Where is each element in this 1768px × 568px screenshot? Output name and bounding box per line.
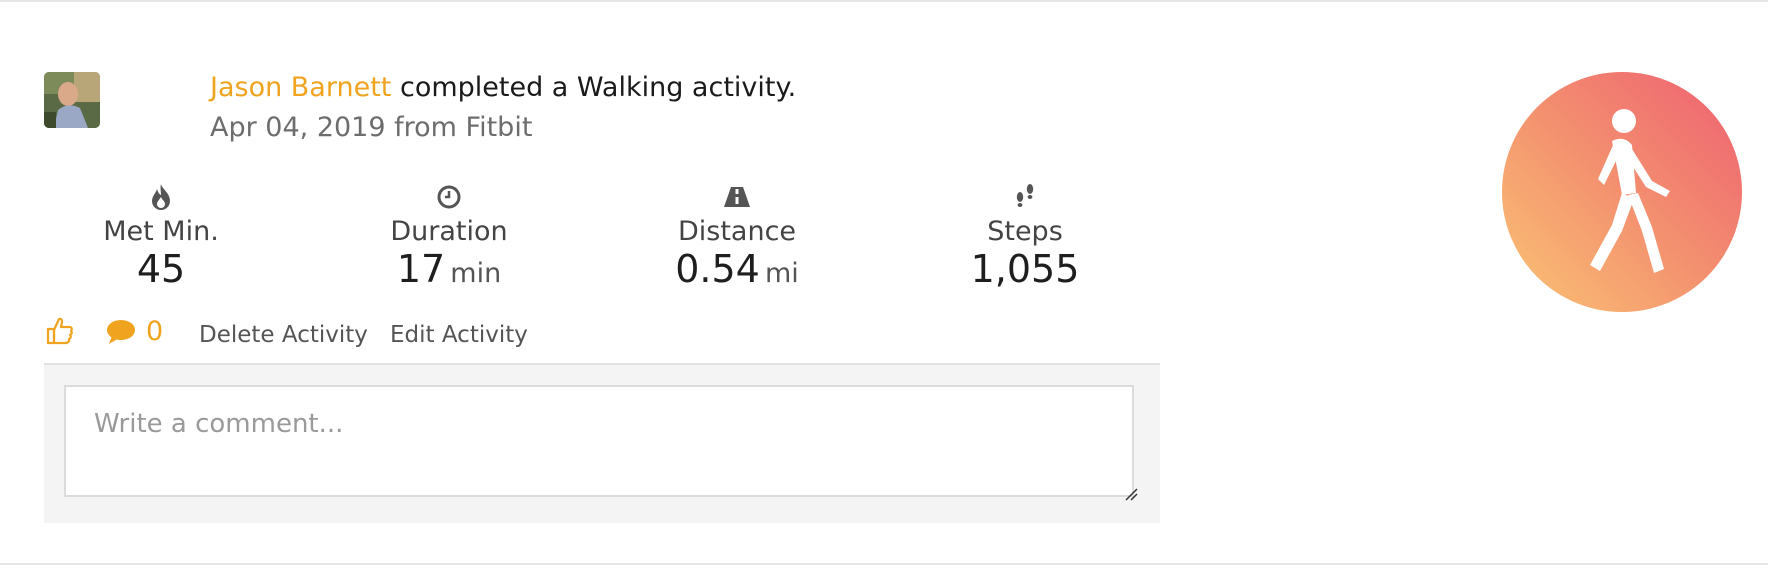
- stat-label: Steps: [987, 216, 1063, 247]
- comment-count-button[interactable]: 0: [106, 316, 163, 347]
- stat-steps: Steps 1,055: [915, 182, 1135, 291]
- stat-distance: Distance 0.54 mi: [627, 182, 847, 291]
- speech-bubble-icon: [107, 319, 135, 344]
- avatar-photo: [44, 72, 100, 128]
- stat-duration: Duration 17 min: [339, 182, 559, 291]
- thumbs-up-icon: [46, 317, 73, 345]
- stat-label: Met Min.: [103, 216, 219, 247]
- activity-headline: Jason Barnett completed a Walking activi…: [210, 72, 796, 103]
- activity-date: Apr 04, 2019: [210, 112, 386, 143]
- activity-action-text: completed a Walking activity.: [391, 72, 797, 103]
- edit-activity-link[interactable]: Edit Activity: [390, 322, 528, 348]
- walking-person-icon: [1590, 109, 1670, 273]
- footprints-icon: [915, 182, 1135, 212]
- stat-label: Duration: [390, 216, 508, 247]
- stat-value: 17: [396, 247, 446, 291]
- flame-icon: [51, 182, 271, 212]
- stat-value: 0.54: [675, 247, 760, 291]
- walking-activity-badge: [1502, 72, 1742, 312]
- bottom-divider: [0, 563, 1768, 565]
- comment-input[interactable]: [64, 385, 1134, 497]
- avatar[interactable]: [44, 72, 100, 128]
- resize-handle-icon[interactable]: [1124, 487, 1138, 501]
- clock-icon: [339, 182, 559, 212]
- activity-meta: Apr 04, 2019 from Fitbit: [210, 112, 532, 143]
- road-icon: [627, 182, 847, 212]
- delete-activity-link[interactable]: Delete Activity: [199, 322, 368, 348]
- author-link[interactable]: Jason Barnett: [210, 72, 391, 103]
- top-divider: [0, 0, 1768, 2]
- stat-value: 1,055: [970, 247, 1080, 291]
- stat-met-min: Met Min. 45: [51, 182, 271, 291]
- stat-unit: mi: [764, 258, 799, 289]
- activity-source: Fitbit: [465, 112, 533, 143]
- comment-panel: [44, 363, 1160, 523]
- stat-label: Distance: [677, 216, 797, 247]
- source-prefix: from: [385, 112, 466, 143]
- like-button[interactable]: [46, 316, 74, 352]
- stat-value: 45: [136, 247, 186, 291]
- comment-count: 0: [146, 316, 164, 347]
- stat-unit: min: [450, 258, 502, 289]
